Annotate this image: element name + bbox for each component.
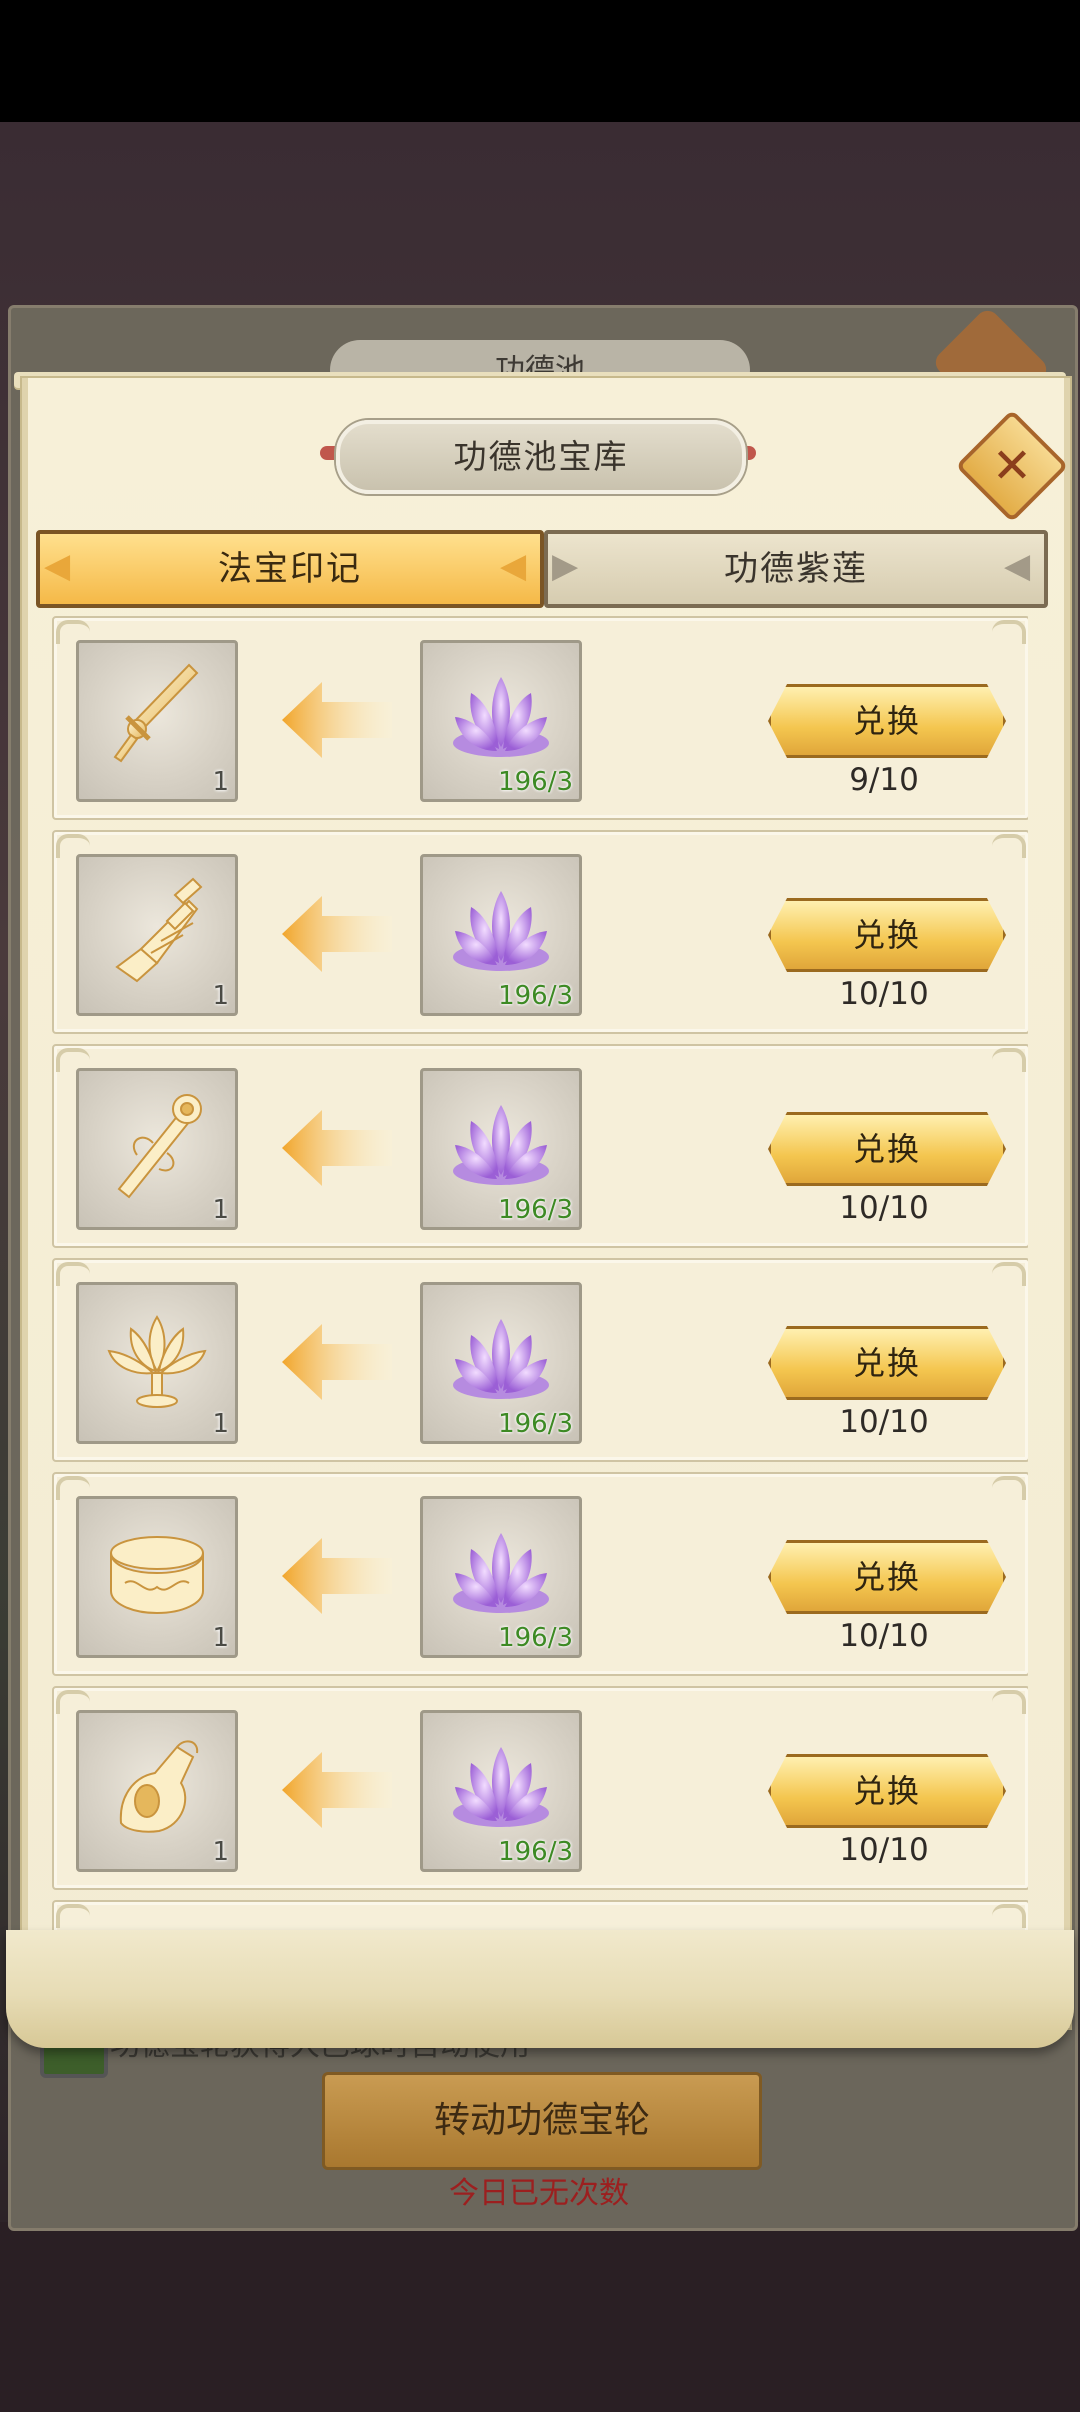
tab-right-arrow-icon: ◀ (500, 546, 527, 586)
item-count: 1 (212, 981, 229, 1011)
sword-icon[interactable]: 1 (76, 640, 238, 802)
status-bar-area (0, 0, 1080, 122)
exchange-progress: 10/10 (839, 1404, 929, 1440)
exchange-progress: 10/10 (839, 1190, 929, 1226)
lotus-cost: 196/3 (498, 1409, 573, 1439)
no-attempts-notice: 今日已无次数 (449, 2176, 629, 2211)
purple-lotus-icon[interactable]: 196/3 (420, 640, 582, 802)
bracelet-icon[interactable]: 1 (76, 1496, 238, 1658)
item-count: 1 (212, 1409, 229, 1439)
exchange-row: 1 196/3 兑换 10/10 (52, 1044, 1028, 1248)
exchange-button[interactable]: 兑换 (768, 1754, 1006, 1828)
purple-lotus-icon[interactable]: 196/3 (420, 1282, 582, 1444)
tab-right-arrow-icon: ◀ (1004, 546, 1031, 586)
tab-left-arrow-icon: ▶ (552, 546, 579, 586)
lotus-cost: 196/3 (498, 1623, 573, 1653)
gauntlet-icon[interactable]: 1 (76, 1710, 238, 1872)
exchange-row: 1 196/3 兑换 10/10 (52, 1258, 1028, 1462)
tab-fabao-yinji[interactable]: 法宝印记 (36, 530, 544, 608)
exchange-row: 1 196/3 兑换 10/10 (52, 1686, 1028, 1890)
lotus-lamp-icon[interactable]: 1 (76, 1282, 238, 1444)
exchange-row: 1 196/3 兑换 10/10 (52, 1472, 1028, 1676)
lotus-cost: 196/3 (498, 981, 573, 1011)
dialog-title: 功德池宝库 (336, 420, 746, 494)
exchange-arrow-icon (282, 1752, 392, 1828)
exchange-row: 1 196/3 兑换 10/10 (52, 830, 1028, 1034)
exchange-row-partial (52, 1900, 1028, 1930)
exchange-arrow-icon (282, 1110, 392, 1186)
lotus-cost: 196/3 (498, 767, 573, 797)
exchange-progress: 10/10 (839, 1618, 929, 1654)
exchange-button[interactable]: 兑换 (768, 898, 1006, 972)
bottom-area (0, 2222, 1080, 2412)
item-count: 1 (212, 1623, 229, 1653)
item-count: 1 (212, 767, 229, 797)
exchange-arrow-icon (282, 896, 392, 972)
exchange-arrow-icon (282, 1538, 392, 1614)
purple-lotus-icon[interactable]: 196/3 (420, 1710, 582, 1872)
scepter-icon[interactable]: 1 (76, 1068, 238, 1230)
tab-gongde-zilian[interactable]: 功德紫莲 (544, 530, 1048, 608)
lotus-cost: 196/3 (498, 1195, 573, 1225)
exchange-button[interactable]: 兑换 (768, 684, 1006, 758)
exchange-row: 1 196/3 兑换 9/10 (52, 616, 1028, 820)
close-icon[interactable]: ✕ (972, 426, 1052, 506)
purple-lotus-icon[interactable]: 196/3 (420, 1496, 582, 1658)
exchange-arrow-icon (282, 1324, 392, 1400)
item-count: 1 (212, 1837, 229, 1867)
pagoda-icon[interactable]: 1 (76, 854, 238, 1016)
purple-lotus-icon[interactable]: 196/3 (420, 854, 582, 1016)
spin-wheel-button[interactable]: 转动功德宝轮 (322, 2072, 762, 2170)
exchange-button[interactable]: 兑换 (768, 1540, 1006, 1614)
item-count: 1 (212, 1195, 229, 1225)
purple-lotus-icon[interactable]: 196/3 (420, 1068, 582, 1230)
exchange-progress: 10/10 (839, 1832, 929, 1868)
exchange-progress: 10/10 (839, 976, 929, 1012)
exchange-button[interactable]: 兑换 (768, 1326, 1006, 1400)
exchange-arrow-icon (282, 682, 392, 758)
exchange-list[interactable]: 1 196/3 兑换 9/10 1 196/3 兑换 10/10 1 196/3… (52, 616, 1028, 1930)
lotus-cost: 196/3 (498, 1837, 573, 1867)
scroll-bottom-roll (6, 1930, 1074, 2048)
exchange-button[interactable]: 兑换 (768, 1112, 1006, 1186)
exchange-progress: 9/10 (849, 762, 919, 798)
tab-left-arrow-icon: ◀ (44, 546, 71, 586)
